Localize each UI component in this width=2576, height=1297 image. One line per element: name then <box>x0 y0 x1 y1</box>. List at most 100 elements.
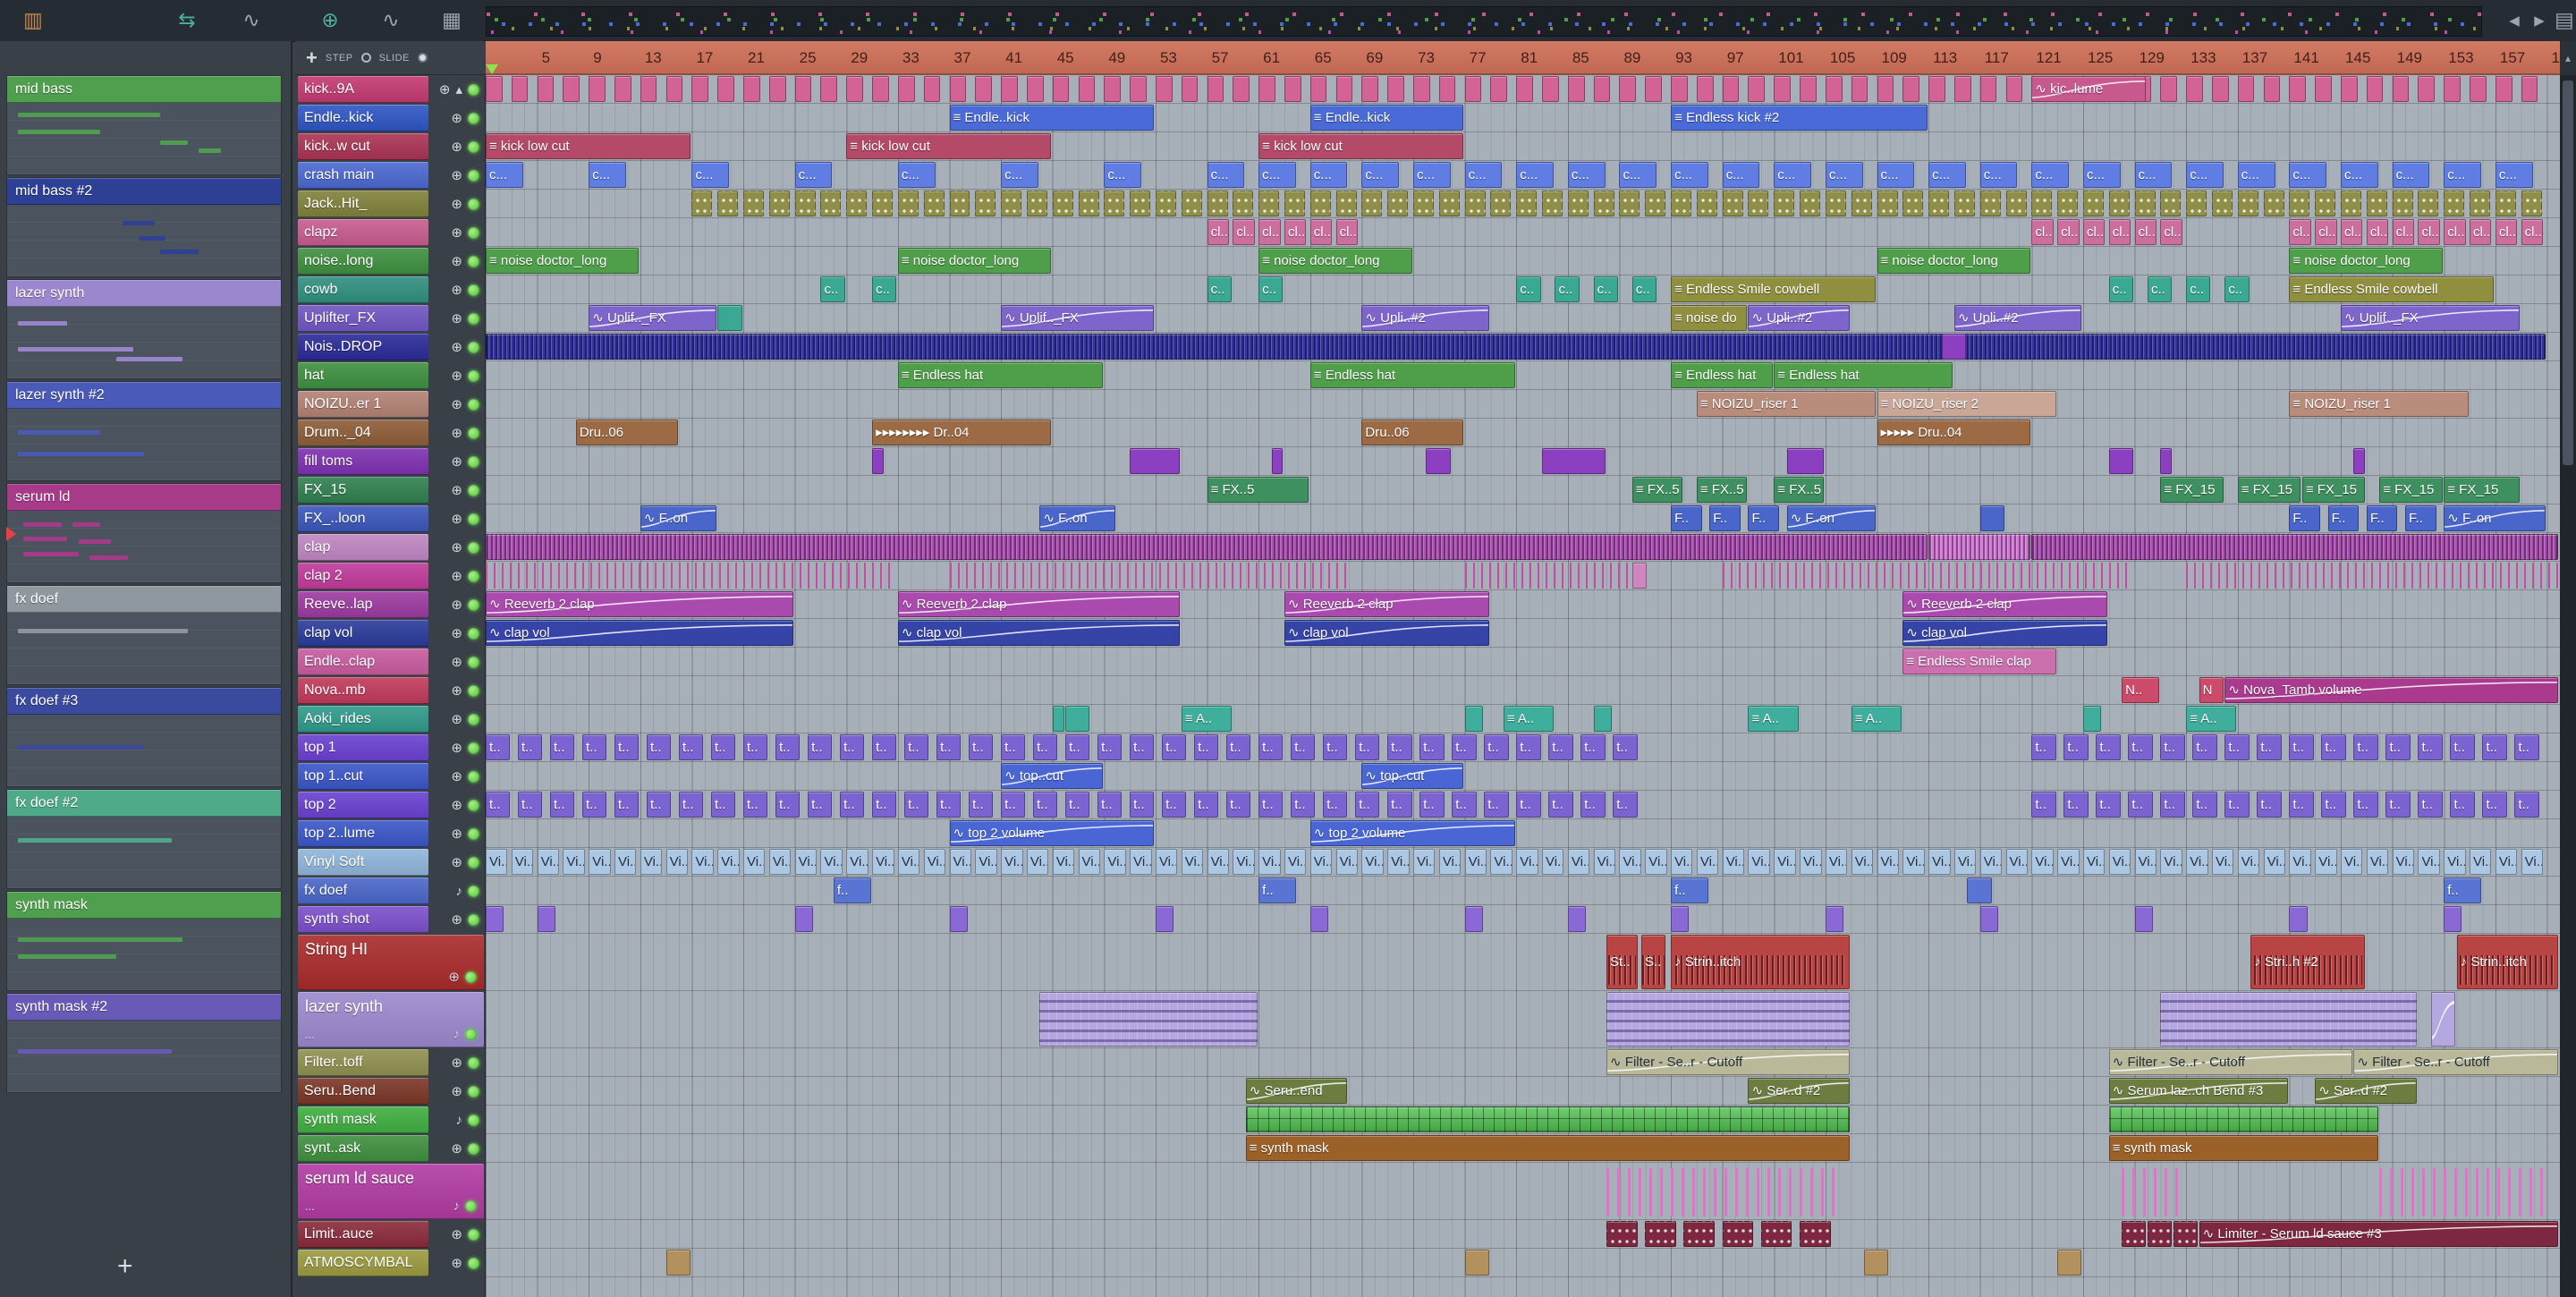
clip[interactable]: ∿ top..cut <box>1361 763 1464 789</box>
clip[interactable] <box>2082 191 2104 216</box>
mute-led[interactable] <box>468 112 479 124</box>
clip[interactable]: ≡ NOIZU_riser 1 <box>2289 391 2469 417</box>
clip[interactable]: c... <box>2392 162 2430 188</box>
clip[interactable]: c.. <box>2224 276 2250 302</box>
clip[interactable] <box>2444 191 2465 216</box>
clip[interactable]: t.. <box>2482 734 2507 760</box>
mute-led[interactable] <box>468 713 479 725</box>
clip[interactable]: c.. <box>2186 276 2211 302</box>
clip[interactable]: ≡ Endless hat <box>897 362 1103 388</box>
mute-led[interactable] <box>468 913 479 926</box>
track-lane[interactable]: ≡ Endless hat ≡ Endless hat ≡ Endless hat ≡… <box>486 361 2560 390</box>
clip[interactable]: c... <box>2341 162 2378 188</box>
clip[interactable]: ∿ clap vol <box>897 620 1181 646</box>
clip[interactable]: c.. <box>820 276 845 302</box>
clip[interactable]: Vi.. <box>614 849 637 875</box>
clip[interactable]: t.. <box>1291 734 1316 760</box>
clip[interactable] <box>2031 534 2559 560</box>
clip[interactable]: c.. <box>2108 276 2134 302</box>
clip[interactable] <box>2134 191 2156 216</box>
clip[interactable]: ∿ F..on <box>1786 505 1876 531</box>
clip[interactable]: Vi.. <box>691 849 714 875</box>
clip[interactable]: c... <box>2495 162 2533 188</box>
mute-led[interactable] <box>468 83 479 96</box>
clip[interactable]: t.. <box>1226 792 1251 818</box>
clip[interactable]: t.. <box>1001 734 1026 760</box>
mute-led[interactable] <box>468 1257 479 1269</box>
clip[interactable] <box>1631 563 1647 589</box>
pan-knobs-icon[interactable]: ⊕ <box>451 339 462 355</box>
clip[interactable]: Vi.. <box>872 849 894 875</box>
clip[interactable]: c.. <box>1258 276 1284 302</box>
pan-knobs-icon[interactable]: ⊕ <box>451 1140 462 1157</box>
clip[interactable] <box>1181 76 1199 102</box>
note-icon[interactable]: ♪ <box>453 1199 461 1214</box>
clip[interactable] <box>768 191 790 216</box>
clip[interactable] <box>1722 76 1740 102</box>
mute-led[interactable] <box>468 684 479 697</box>
clip[interactable] <box>1155 76 1173 102</box>
clip[interactable] <box>1593 76 1611 102</box>
clip[interactable]: ≡ FX_15 <box>2379 477 2443 503</box>
clip[interactable] <box>2160 448 2173 474</box>
clip[interactable] <box>2444 76 2461 102</box>
clip[interactable]: Vi.. <box>1155 849 1178 875</box>
track-lane[interactable]: ≡ FX..5 ≡ FX..5 ≡ FX..5 ≡ FX..5 ≡ FX_15 ≡ FX_… <box>486 476 2560 504</box>
clip[interactable]: cl.. <box>2057 219 2080 245</box>
clip[interactable] <box>1760 1221 1792 1247</box>
clip[interactable]: Vi.. <box>2134 849 2157 875</box>
clip[interactable] <box>2057 1250 2082 1276</box>
track-lane[interactable]: ∿ Reeverb 2 clap ∿ Reeverb 2 clap ∿ Reever… <box>486 590 2560 619</box>
clip[interactable] <box>2212 76 2229 102</box>
clip[interactable] <box>1800 76 1817 102</box>
clip[interactable]: t.. <box>840 792 865 818</box>
clip[interactable] <box>975 191 996 216</box>
clip[interactable]: Vi.. <box>640 849 663 875</box>
clip[interactable] <box>1645 191 1666 216</box>
clip[interactable]: Vi.. <box>1928 849 1951 875</box>
clip[interactable] <box>743 191 765 216</box>
clip[interactable] <box>1464 706 1483 732</box>
clip[interactable]: cl.. <box>2470 219 2492 245</box>
clip[interactable]: Vi.. <box>2160 849 2182 875</box>
clip[interactable] <box>537 906 555 932</box>
track-name-button[interactable]: Reeve..lap <box>298 591 428 618</box>
clip[interactable]: ∿ Reeverb 2 clap <box>897 591 1181 617</box>
clip[interactable] <box>1387 76 1404 102</box>
clip[interactable]: c... <box>2289 162 2327 188</box>
clip[interactable]: ≡ Endless hat <box>1671 362 1773 388</box>
clip[interactable]: Vi.. <box>1877 849 1899 875</box>
track-lane[interactable]: Dru..06 ▸▸▸▸▸▸▸▸ Dr..04 Dru..06 ▸▸▸▸▸ Dru..… <box>486 419 2560 447</box>
clip[interactable]: t.. <box>1130 734 1155 760</box>
clip[interactable]: c... <box>2186 162 2224 188</box>
clip[interactable]: c... <box>1207 162 1245 188</box>
clip[interactable]: t.. <box>904 734 929 760</box>
pattern-card[interactable]: synth mask <box>6 891 282 991</box>
clip[interactable]: c... <box>1928 162 1966 188</box>
clip[interactable]: Vi.. <box>1851 849 1874 875</box>
clip[interactable]: c... <box>486 162 523 188</box>
clip[interactable] <box>872 448 884 474</box>
pan-knobs-icon[interactable]: ⊕ <box>451 740 462 756</box>
clip[interactable] <box>2315 76 2332 102</box>
clip[interactable]: cl.. <box>2108 219 2131 245</box>
note-icon[interactable]: ♪ <box>456 884 463 899</box>
clip[interactable] <box>1825 191 1846 216</box>
clip[interactable]: Vi.. <box>1130 849 1152 875</box>
track-lane[interactable]: St.. S.. ♪ Strin..itch ♪ Stri..h #2 ♪ Strin.… <box>486 934 2560 991</box>
mute-led[interactable] <box>468 827 479 840</box>
clip[interactable]: c... <box>1309 162 1348 188</box>
clip[interactable]: t.. <box>808 792 833 818</box>
pan-knobs-icon[interactable]: ⊕ <box>451 511 462 527</box>
timeline-ruler[interactable]: 5 9 13 17 21 25 29 33 37 41 45 49 53 57 61 65 69 73 77 81 85… <box>486 41 2560 75</box>
clip[interactable]: t.. <box>1613 792 1638 818</box>
clip[interactable] <box>949 191 970 216</box>
clip[interactable] <box>1825 76 1843 102</box>
clip[interactable]: t.. <box>775 792 801 818</box>
clip[interactable] <box>1438 76 1456 102</box>
add-pattern-button[interactable]: + <box>112 1250 139 1283</box>
clip[interactable]: t.. <box>582 792 607 818</box>
clip[interactable] <box>1774 76 1791 102</box>
mute-led[interactable] <box>468 742 479 754</box>
clip[interactable] <box>2108 1106 2378 1132</box>
